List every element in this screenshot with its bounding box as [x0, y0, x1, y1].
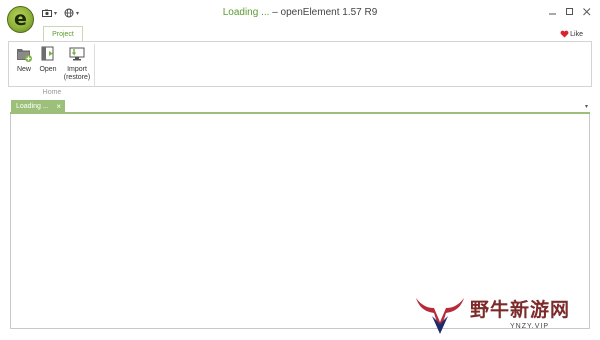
close-button[interactable] — [581, 7, 593, 17]
title-bar: e ▾ ▾ Loading ... – openElement 1.57 R9 — [0, 0, 600, 33]
new-button[interactable]: New — [13, 45, 35, 74]
import-restore-button[interactable]: Import (restore) — [62, 45, 92, 82]
ribbon-panel: New Open Import (restore) — [8, 41, 592, 87]
ribbon-group-separator — [94, 44, 95, 86]
watermark-subtext: YNZY.VIP — [510, 323, 549, 330]
ribbon-group-label: Home — [42, 89, 62, 96]
import-button-label: Import (restore) — [63, 66, 91, 81]
new-project-icon — [17, 49, 32, 62]
document-tab-strip: Loading ... × — [10, 100, 590, 114]
tab-list-dropdown[interactable]: ▾ — [585, 103, 588, 110]
app-logo-letter: e — [14, 8, 27, 30]
like-label: Like — [570, 30, 583, 38]
ribbon-tab-strip: Project Like — [0, 26, 600, 42]
import-icon — [69, 47, 85, 61]
close-tab-icon[interactable]: × — [56, 100, 61, 113]
window-title-loading: Loading ... — [222, 7, 270, 18]
maximize-icon — [566, 8, 573, 15]
watermark-text: 野牛新游网 — [470, 299, 571, 321]
document-tab-label: Loading ... — [16, 103, 49, 110]
close-icon — [583, 8, 591, 16]
heart-icon — [560, 30, 569, 38]
window-title-app: openElement 1.57 R9 — [280, 7, 378, 18]
new-button-label: New — [16, 66, 31, 73]
app-logo-button[interactable]: e — [7, 6, 34, 33]
window-title: Loading ... – openElement 1.57 R9 — [222, 7, 378, 18]
tab-project[interactable]: Project — [43, 26, 83, 42]
maximize-button[interactable] — [564, 7, 576, 17]
document-tab[interactable]: Loading ... × — [11, 100, 65, 113]
like-button[interactable]: Like — [560, 30, 583, 38]
watermark: 野牛新游网 YNZY.VIP — [414, 292, 594, 338]
bull-logo-icon — [416, 298, 464, 334]
open-button[interactable]: Open — [37, 45, 59, 74]
minimize-button[interactable] — [547, 7, 559, 17]
open-project-icon — [41, 46, 54, 61]
minimize-icon — [549, 13, 556, 15]
open-button-label: Open — [39, 66, 57, 73]
